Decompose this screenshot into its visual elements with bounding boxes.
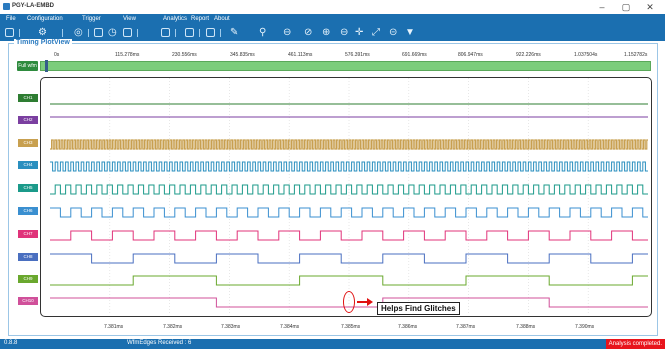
single-shot-icon[interactable]: [94, 28, 103, 37]
menu-view[interactable]: View: [123, 16, 136, 22]
panel-title: Timing PlotView: [14, 39, 72, 46]
full-waveform-label: Full wfm: [17, 61, 38, 71]
channel-label-ch8[interactable]: CH8: [18, 253, 38, 261]
waveform-ch9: [50, 275, 648, 286]
run-icon[interactable]: ⚙: [38, 26, 47, 40]
bottom-axis-label: 7.381ms: [104, 324, 124, 330]
zoom-out-icon[interactable]: ⊖: [340, 26, 348, 40]
bottom-axis-label: 7.382ms: [163, 324, 183, 330]
waveform-ch3: [50, 139, 648, 150]
toolbar-separator: [220, 29, 221, 37]
layout-icon[interactable]: [5, 28, 14, 37]
status-bar: 0.8.8 WfmEdges Received : 6 Analysis com…: [0, 339, 665, 349]
channel-label-ch4[interactable]: CH4: [18, 161, 38, 169]
glitch-callout: Helps Find Glitches: [377, 302, 460, 315]
top-axis-label: 691.669ms: [402, 52, 427, 58]
top-axis-label: 806.947ms: [458, 52, 483, 58]
app-title: PGY-LA-EMBD: [12, 3, 54, 9]
bottom-axis-label: 7.385ms: [341, 324, 361, 330]
zoom-in-icon[interactable]: ⊕: [322, 26, 330, 40]
pen-icon[interactable]: ✎: [230, 26, 238, 40]
timer-icon[interactable]: ◷: [108, 26, 117, 40]
channel-label-ch1[interactable]: CH1: [18, 94, 38, 102]
toolbar-separator: [137, 29, 138, 37]
bottom-axis-label: 7.388ms: [516, 324, 536, 330]
channel-label-ch5[interactable]: CH5: [18, 184, 38, 192]
top-axis-label: 115.278ms: [115, 52, 140, 58]
glitch-arrow-head: [367, 298, 373, 306]
channel-label-ch2[interactable]: CH2: [18, 116, 38, 124]
edges-received-label: WfmEdges Received : 6: [127, 340, 192, 346]
glitch-highlight-circle: [343, 291, 355, 313]
top-axis-label: 0s: [54, 52, 60, 58]
toolbar-separator: [175, 29, 176, 37]
menu-configuration[interactable]: Configuration: [27, 16, 63, 22]
toolbar-separator: [199, 29, 200, 37]
channel-label-ch7[interactable]: CH7: [18, 230, 38, 238]
list-icon[interactable]: [123, 28, 132, 37]
close-button[interactable]: ✕: [638, 0, 662, 14]
channel-label-ch10[interactable]: CH10: [18, 297, 38, 305]
top-axis-label: 230.556ms: [172, 52, 197, 58]
channel-label-ch9[interactable]: CH9: [18, 275, 38, 283]
bottom-axis-label: 7.384ms: [280, 324, 300, 330]
full-waveform-bar[interactable]: [40, 61, 651, 71]
menu-about[interactable]: About: [214, 16, 230, 22]
menu-analytics[interactable]: Analytics: [163, 16, 187, 22]
waveform-ch4: [50, 161, 648, 172]
top-axis-label: 1.037504s: [574, 52, 598, 58]
toolbar-separator: [19, 29, 20, 37]
waveform-ch6: [50, 207, 648, 218]
bottom-axis-label: 7.387ms: [456, 324, 476, 330]
bottom-axis-label: 7.383ms: [221, 324, 241, 330]
expand-icon[interactable]: ⤢: [372, 26, 380, 40]
top-axis-label: 345.835ms: [230, 52, 255, 58]
zoom-full-icon[interactable]: ⊖: [283, 26, 291, 40]
menu-file[interactable]: File: [6, 16, 16, 22]
bottom-axis-label: 7.390ms: [575, 324, 595, 330]
stop-icon[interactable]: ◎: [74, 26, 83, 40]
help-icon[interactable]: [206, 28, 215, 37]
toolbar: ⚙ ◎ ◷ ✎ ⚲ ⊖ ⊘ ⊕ ⊖ ✛ ⤢ ⊝ ▼: [0, 25, 665, 41]
analysis-status-badge: Analysis completed.: [605, 339, 665, 349]
full-waveform-cursor[interactable]: [45, 60, 48, 72]
waveform-ch7: [50, 230, 648, 241]
chart-icon[interactable]: [161, 28, 170, 37]
marker-icon[interactable]: ⚲: [259, 26, 266, 40]
toolbar-separator: [62, 29, 63, 37]
channel-label-ch6[interactable]: CH6: [18, 207, 38, 215]
top-axis-label: 922.226ms: [516, 52, 541, 58]
top-axis-label: 576.391ms: [345, 52, 370, 58]
zoom-fit-icon[interactable]: ⊘: [304, 26, 312, 40]
waveform-icon[interactable]: [185, 28, 194, 37]
menu-report[interactable]: Report: [191, 16, 209, 22]
minus-icon[interactable]: ⊝: [389, 26, 397, 40]
top-axis-label: 1.152782s: [624, 52, 648, 58]
toolbar-separator: [88, 29, 89, 37]
title-bar: PGY-LA-EMBD – ▢ ✕: [0, 0, 665, 15]
waveform-traces: [50, 78, 648, 314]
pan-icon[interactable]: ✛: [355, 26, 363, 40]
channel-label-ch3[interactable]: CH3: [18, 139, 38, 147]
minimize-button[interactable]: –: [590, 0, 614, 14]
version-label: 0.8.8: [4, 340, 18, 346]
menu-trigger[interactable]: Trigger: [82, 16, 101, 22]
filter-icon[interactable]: ▼: [405, 26, 415, 40]
menu-bar: File Configuration Trigger View Analytic…: [0, 14, 665, 25]
maximize-button[interactable]: ▢: [614, 0, 638, 14]
app-logo-icon: [3, 3, 10, 10]
bottom-axis-label: 7.386ms: [398, 324, 418, 330]
top-axis-label: 461.113ms: [288, 52, 313, 58]
